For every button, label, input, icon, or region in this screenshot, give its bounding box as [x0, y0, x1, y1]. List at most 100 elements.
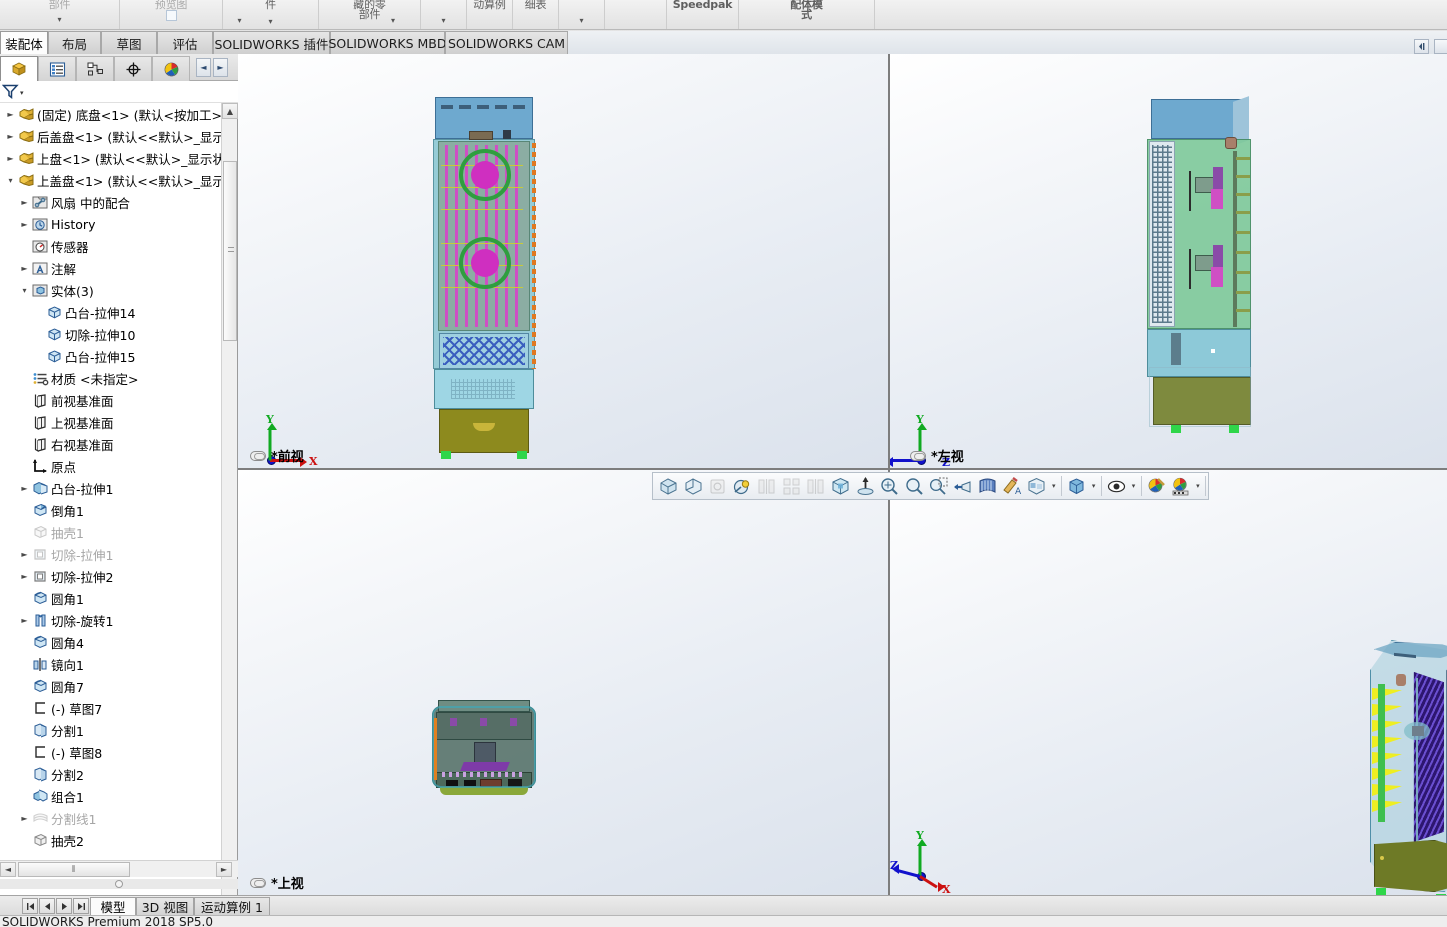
tree-item[interactable]: 前视基准面: [0, 389, 222, 411]
next-tab-button[interactable]: [56, 898, 72, 914]
chevron-right-icon[interactable]: ►: [4, 132, 17, 141]
tree-item[interactable]: (-) 草图8: [0, 741, 222, 763]
chevron-down-icon[interactable]: ▾: [391, 17, 395, 25]
chevron-down-icon[interactable]: ▾: [1089, 482, 1097, 490]
tree-item[interactable]: 抽壳2: [0, 829, 222, 851]
viewport-top[interactable]: X Z *上视: [238, 470, 888, 895]
viewport-left[interactable]: Z Y *左视: [890, 54, 1447, 468]
tree-horizontal-scrollbar[interactable]: ◄ ⦀ ►: [0, 860, 238, 877]
tree-item[interactable]: 上视基准面: [0, 411, 222, 433]
tree-item[interactable]: 倒角1: [0, 499, 222, 521]
tree-item[interactable]: ► 分割线1: [0, 807, 222, 829]
property-manager-tab[interactable]: [38, 56, 76, 81]
ribbon-group-1[interactable]: 预览图: [120, 0, 223, 29]
dimxpert-manager-tab[interactable]: [114, 56, 152, 81]
tree-item[interactable]: 镜向1: [0, 653, 222, 675]
normal-to-button[interactable]: [853, 474, 877, 499]
tree-item[interactable]: 圆角7: [0, 675, 222, 697]
link-views-icon[interactable]: [250, 450, 266, 461]
measure-button[interactable]: [731, 474, 755, 499]
tree-item[interactable]: 抽壳1: [0, 521, 222, 543]
hscroll-right-button[interactable]: ►: [216, 862, 232, 877]
zoom-in-out-button[interactable]: [878, 474, 902, 499]
hscroll-left-button[interactable]: ◄: [0, 862, 16, 877]
scroll-up-button[interactable]: ▲: [222, 103, 238, 119]
doc-tab-3d-views[interactable]: 3D 视图: [136, 897, 194, 915]
collapse-panel-button[interactable]: [1414, 39, 1429, 54]
scene-palette-button[interactable]: [1169, 474, 1193, 499]
tree-item[interactable]: 圆角1: [0, 587, 222, 609]
tree-vertical-scrollbar[interactable]: ▲ ▼: [221, 103, 238, 913]
ribbon-group-8[interactable]: [605, 0, 667, 29]
tree-item[interactable]: ► 后盖盘<1> (默认<<默认>_显示: [0, 125, 222, 147]
ribbon-group-6[interactable]: 细表: [513, 0, 559, 29]
last-tab-button[interactable]: [73, 898, 89, 914]
tree-item[interactable]: 组合1: [0, 785, 222, 807]
tree-item[interactable]: ► 切除-拉伸2: [0, 565, 222, 587]
configuration-manager-tab[interactable]: [76, 56, 114, 81]
view-orientation-button[interactable]: [829, 474, 853, 499]
model-left-view[interactable]: [1145, 96, 1255, 459]
tree-item[interactable]: 原点: [0, 455, 222, 477]
doc-tab-model[interactable]: 模型: [90, 897, 136, 915]
expand-panel-button[interactable]: [1434, 39, 1447, 54]
tree-item[interactable]: ► 注解: [0, 257, 222, 279]
tab-assembly[interactable]: 装配体: [0, 31, 48, 54]
viewport-front[interactable]: X Y *前视: [238, 54, 888, 468]
feature-tree-filter-bar[interactable]: ▾: [0, 81, 238, 103]
tab-nav-prev-button[interactable]: ◄: [196, 58, 211, 77]
hscroll-thumb[interactable]: ⦀: [18, 862, 130, 877]
tree-item[interactable]: ▾ 实体(3): [0, 279, 222, 301]
view-settings-button[interactable]: [1105, 474, 1129, 499]
tree-item[interactable]: ► (固定) 底盘<1> (默认<按加工>·: [0, 103, 222, 125]
zoom-to-selection-button[interactable]: [902, 474, 926, 499]
viewport-divider-horizontal[interactable]: [238, 468, 1447, 470]
tree-item[interactable]: 切除-拉伸10: [0, 323, 222, 345]
ribbon-group-4[interactable]: ▾: [421, 0, 467, 29]
tree-item[interactable]: 分割1: [0, 719, 222, 741]
tree-item[interactable]: ▾ 上盖盘<1> (默认<<默认>_显示: [0, 169, 222, 191]
ribbon-group-3-caret[interactable]: ▾: [371, 0, 415, 29]
ribbon-group-speedpak[interactable]: Speedpak: [667, 0, 739, 29]
rotate-view-button[interactable]: [951, 474, 975, 499]
chevron-down-icon[interactable]: ▾: [579, 17, 583, 25]
viewport-isometric[interactable]: Y Z X: [890, 470, 1447, 895]
feature-tree[interactable]: ► (固定) 底盘<1> (默认<按加工>· ► 后盖盘<1> (默认<<默认>_显示…: [0, 103, 222, 913]
tab-layout[interactable]: 布局: [48, 31, 101, 54]
chevron-right-icon[interactable]: ►: [18, 616, 31, 625]
filter-funnel-icon[interactable]: [1, 83, 19, 103]
chevron-right-icon[interactable]: ►: [18, 550, 31, 559]
chevron-down-icon[interactable]: ▾: [1129, 482, 1137, 490]
hide-show-items-button[interactable]: [976, 474, 1000, 499]
section-property-button[interactable]: [804, 474, 828, 499]
zoom-to-area-button[interactable]: [682, 474, 706, 499]
section-view-button[interactable]: [755, 474, 779, 499]
tab-nav-next-button[interactable]: ►: [213, 58, 228, 77]
tab-solidworks-addins[interactable]: SOLIDWORKS 插件: [213, 31, 330, 54]
chevron-right-icon[interactable]: ►: [18, 484, 31, 493]
tree-item[interactable]: ► History: [0, 213, 222, 235]
chevron-down-icon[interactable]: ▾: [57, 16, 61, 24]
chevron-right-icon[interactable]: ►: [4, 154, 17, 163]
tree-item[interactable]: ► 切除-旋转1: [0, 609, 222, 631]
tree-item[interactable]: 右视基准面: [0, 433, 222, 455]
link-views-icon[interactable]: [250, 877, 266, 888]
chevron-down-icon[interactable]: ▾: [268, 18, 272, 26]
chevron-down-icon[interactable]: ▾: [1050, 482, 1058, 490]
edit-appearance-button[interactable]: A: [1000, 474, 1024, 499]
doc-tab-motion-study[interactable]: 运动算例 1: [194, 897, 270, 915]
tree-item[interactable]: 凸台-拉伸15: [0, 345, 222, 367]
tab-sketch[interactable]: 草图: [101, 31, 157, 54]
tree-item[interactable]: 传感器: [0, 235, 222, 257]
model-front-view[interactable]: [433, 97, 536, 459]
zoom-to-area-rect-button[interactable]: [927, 474, 951, 499]
model-isometric-view[interactable]: [1360, 640, 1447, 895]
heads-up-view-toolbar[interactable]: A ▾ ▾ ▾ ▾: [652, 472, 1209, 500]
ribbon-group-7[interactable]: ▾: [559, 0, 605, 29]
chevron-right-icon[interactable]: ►: [18, 220, 31, 229]
chevron-right-icon[interactable]: ►: [18, 198, 31, 207]
previous-view-button[interactable]: [706, 474, 730, 499]
chevron-right-icon[interactable]: ►: [18, 814, 31, 823]
tab-solidworks-mbd[interactable]: SOLIDWORKS MBD: [328, 31, 447, 54]
chevron-right-icon[interactable]: ►: [18, 572, 31, 581]
